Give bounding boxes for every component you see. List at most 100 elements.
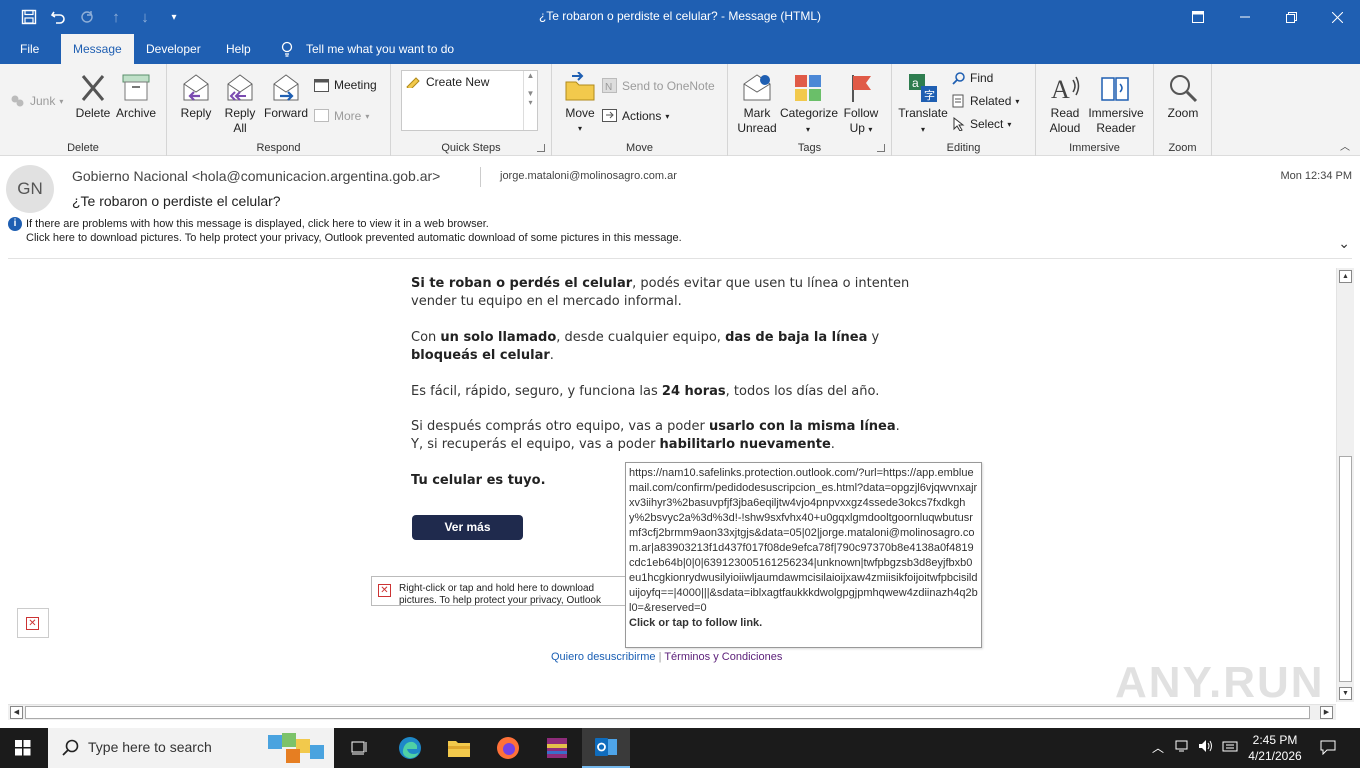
move-button[interactable]: Move ▾ [560,72,600,134]
translate-icon: a字 [909,74,937,102]
quick-steps-gallery[interactable]: Create New ▲ ▼ ▾ [401,70,538,131]
ribbon-display-options-icon[interactable] [1175,0,1221,34]
svg-text:A: A [1051,75,1070,104]
file-explorer-icon[interactable] [435,728,483,768]
related-button[interactable]: Related ▾ [952,94,1019,108]
related-icon [952,94,964,108]
read-aloud-label-1: Read [1050,106,1080,120]
sender[interactable]: Gobierno Nacional <hola@comunicacion.arg… [72,168,440,184]
close-icon[interactable] [1314,0,1360,34]
taskbar-search[interactable]: Type here to search [48,728,334,768]
tab-developer[interactable]: Developer [146,34,201,64]
vertical-scrollbar[interactable]: ▲ ▼ [1336,268,1354,702]
archive-icon [122,74,150,101]
paragraph-4: Si después comprás otro equipo, vas a po… [411,418,911,454]
delete-label: Delete [75,106,111,120]
categorize-button[interactable]: Categorize ▾ [780,72,838,137]
follow-up-button[interactable]: Follow Up ▾ [840,72,882,137]
vertical-scroll-thumb[interactable] [1339,456,1352,682]
horizontal-scroll-thumb[interactable] [25,706,1310,719]
language-icon[interactable] [1222,739,1238,756]
read-aloud-button[interactable]: A Read Aloud [1044,72,1086,136]
show-hidden-icons[interactable]: ︿ [1152,739,1164,756]
zoom-button[interactable]: Zoom [1162,72,1204,120]
immersive-reader-label-2: Reader [1096,121,1136,135]
group-zoom-label: Zoom [1168,142,1197,154]
tab-message[interactable]: Message [61,34,134,64]
scroll-down-icon[interactable]: ▼ [1339,687,1352,700]
outlook-icon[interactable] [582,728,630,768]
info-line-1[interactable]: If there are problems with how this mess… [26,218,489,230]
link-separator: | [658,651,662,663]
chevron-down-icon[interactable]: ⌄ [1338,235,1350,252]
translate-button[interactable]: a字 Translate ▾ [898,72,948,137]
actions-button[interactable]: Actions ▾ [602,109,669,123]
group-respond-label: Respond [256,142,301,154]
find-button[interactable]: Find [952,71,993,85]
mark-unread-button[interactable]: Mark Unread [736,72,778,136]
delete-button[interactable]: Delete [73,72,113,120]
tab-help[interactable]: Help [226,34,251,64]
winrar-icon[interactable] [533,728,581,768]
forward-icon [273,74,299,101]
quick-steps-launcher-icon[interactable] [537,144,545,152]
start-button[interactable] [0,728,46,768]
junk-button[interactable]: Junk ▾ [10,94,63,108]
recipient[interactable]: jorge.mataloni@molinosagro.com.ar [500,170,677,182]
create-new-quick-step[interactable]: Create New [406,75,489,89]
info-line-2[interactable]: Click here to download pictures. To help… [8,231,682,245]
archive-button[interactable]: Archive [114,72,158,120]
firefox-icon[interactable] [484,728,532,768]
tell-me-search[interactable]: Tell me what you want to do [306,34,454,64]
tab-file[interactable]: File [20,34,39,64]
quick-steps-scroll[interactable]: ▲ ▼ ▾ [523,71,537,130]
select-label: Select [970,117,1004,131]
network-icon[interactable] [1175,739,1191,756]
follow-up-label-1: Follow [843,106,879,120]
unsubscribe-link[interactable]: Quiero desuscribirme [551,651,656,663]
restore-icon[interactable] [1268,0,1314,34]
delete-icon [81,75,105,101]
select-button[interactable]: Select ▾ [952,117,1011,131]
p2-f: bloqueás el celular [411,348,550,363]
archive-label: Archive [115,106,156,120]
more-icon [314,109,329,122]
minimize-icon[interactable] [1222,0,1268,34]
edge-icon[interactable] [386,728,434,768]
immersive-reader-label-1: Immersive [1088,106,1144,120]
immersive-reader-button[interactable]: Immersive Reader [1086,72,1146,136]
meeting-label: Meeting [334,78,377,92]
forward-label: Forward [263,106,308,120]
reply-all-button[interactable]: Reply All [221,72,259,136]
tags-launcher-icon[interactable] [877,144,885,152]
ver-mas-button[interactable]: Ver más [412,515,523,540]
blocked-image-small[interactable]: ✕ [17,608,49,638]
horizontal-scrollbar[interactable]: ◀ ▶ [8,704,1336,720]
reply-button[interactable]: Reply [177,72,215,120]
task-view-icon[interactable] [336,728,384,768]
send-to-onenote-button[interactable]: N Send to OneNote [602,78,715,94]
volume-icon[interactable] [1198,739,1214,756]
forward-button[interactable]: Forward [263,72,309,120]
more-respond-button[interactable]: More ▾ [314,109,369,123]
header-separator [8,258,1352,259]
mark-unread-icon [743,74,771,101]
scroll-left-icon[interactable]: ◀ [10,706,23,719]
notifications-icon[interactable] [1320,739,1336,758]
group-immersive-label: Immersive [1069,142,1120,154]
collapse-ribbon-icon[interactable]: ︿ [1340,138,1350,153]
system-clock[interactable]: 2:45 PM 4/21/2026 [1245,732,1305,764]
create-new-label: Create New [426,75,490,89]
scroll-up-icon[interactable]: ▲ [1339,270,1352,283]
scroll-right-icon[interactable]: ▶ [1320,706,1333,719]
ribbon: Junk ▾ Delete Archive Delete Reply Reply … [0,64,1360,156]
reply-label: Reply [180,106,212,120]
reply-all-label-1: Reply [224,106,256,120]
junk-icon [11,95,24,107]
terms-link[interactable]: Términos y Condiciones [664,651,782,663]
reply-icon [183,74,209,101]
p4-b: usarlo con la misma línea [709,419,896,434]
blocked-image-placeholder[interactable]: ✕ Right-click or tap and hold here to do… [371,576,631,606]
infobar[interactable]: i If there are problems with how this mes… [8,217,682,245]
meeting-button[interactable]: Meeting [314,78,377,92]
